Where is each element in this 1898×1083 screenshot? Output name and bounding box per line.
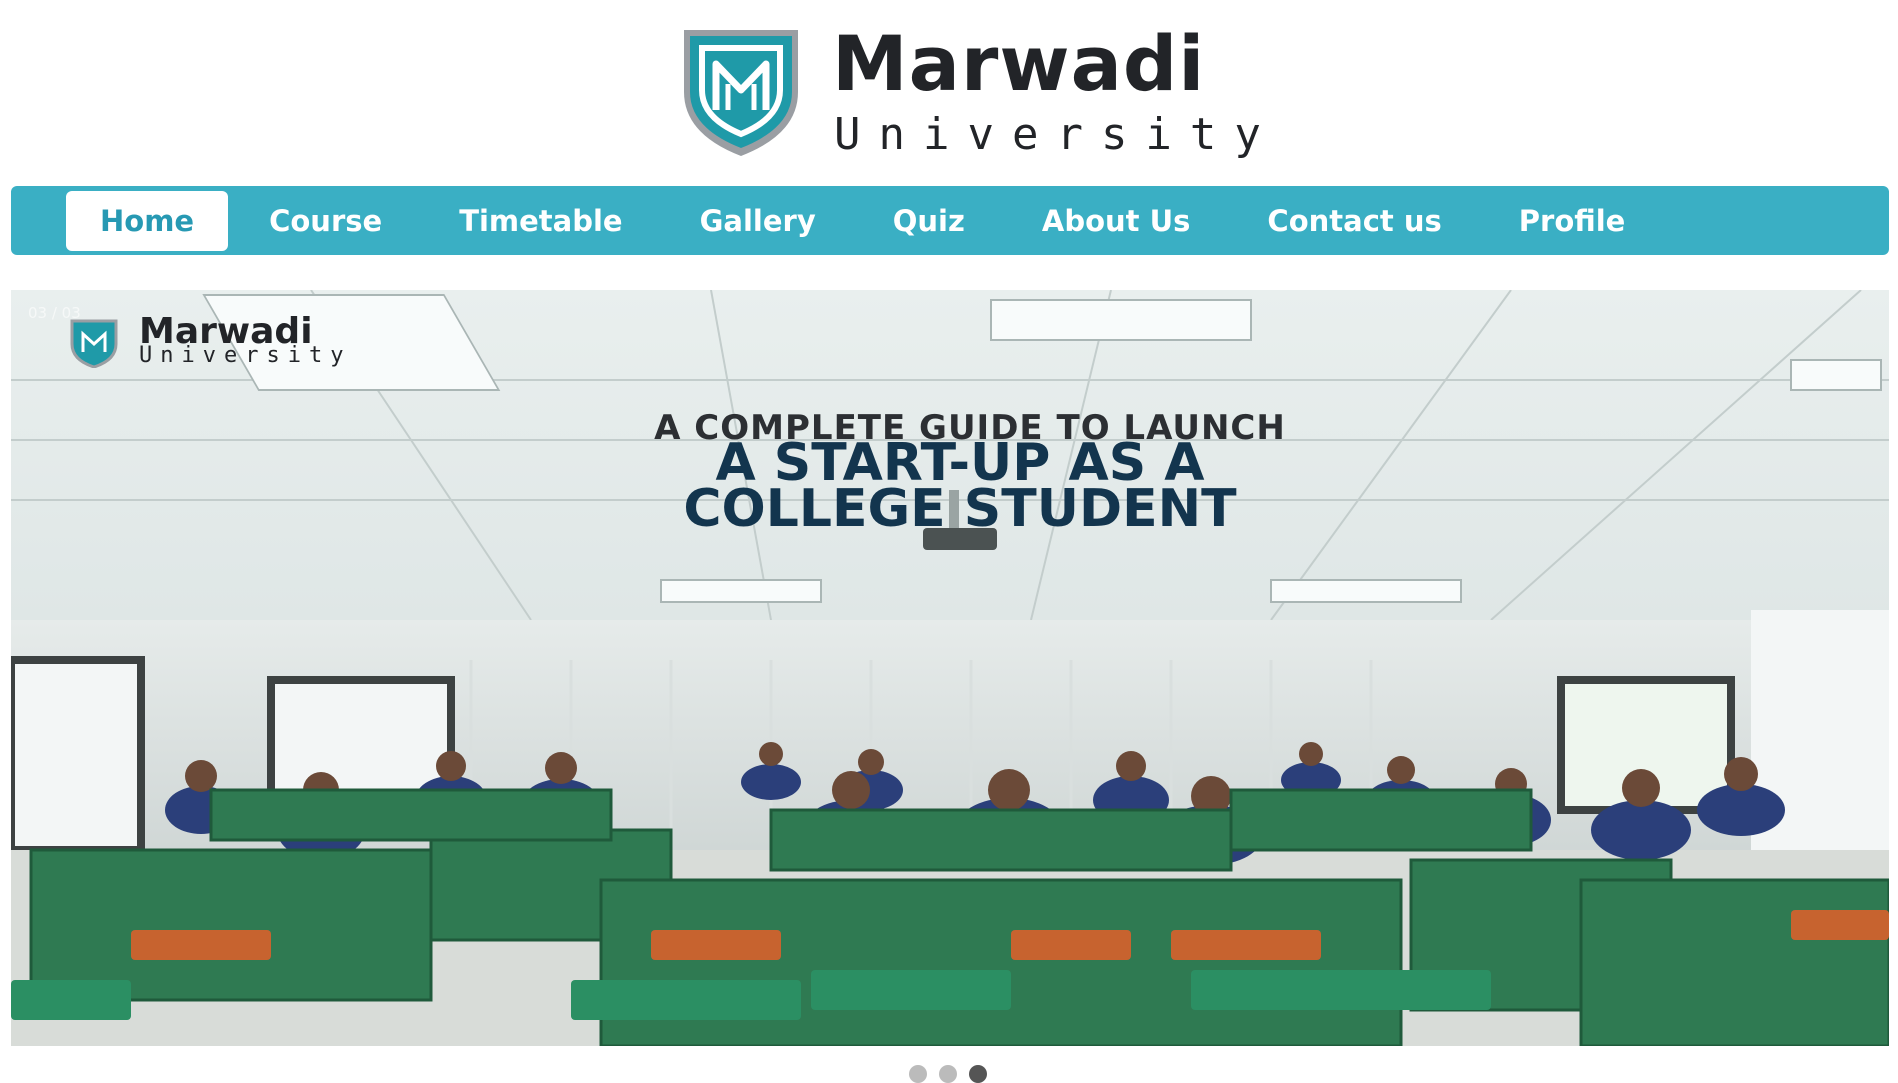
nav-quiz[interactable]: Quiz xyxy=(857,191,1001,251)
shield-crest-icon xyxy=(684,30,798,156)
nav-timetable[interactable]: Timetable xyxy=(423,191,658,251)
main-navigation: Home Course Timetable Gallery Quiz About… xyxy=(11,186,1889,255)
nav-contact-us[interactable]: Contact us xyxy=(1231,191,1477,251)
slide-headline-line-3: COLLEGE STUDENT xyxy=(683,479,1237,539)
nav-profile[interactable]: Profile xyxy=(1483,191,1662,251)
logo-subtitle: University xyxy=(834,109,1279,160)
site-header: Marwadi University xyxy=(0,0,1898,182)
logo-wordmark: Marwadi xyxy=(832,19,1206,108)
nav-about-us[interactable]: About Us xyxy=(1006,191,1227,251)
slider-dot-2[interactable] xyxy=(939,1065,957,1083)
slider-dots xyxy=(909,1065,987,1083)
classroom-photo xyxy=(11,290,1889,1046)
slider-dot-1[interactable] xyxy=(909,1065,927,1083)
nav-gallery[interactable]: Gallery xyxy=(664,191,852,251)
shield-crest-icon xyxy=(70,319,118,368)
nav-course[interactable]: Course xyxy=(233,191,418,251)
slide-logo: Marwadi University xyxy=(69,312,429,378)
slide-logo-subtitle: University xyxy=(139,343,352,368)
university-logo[interactable]: Marwadi University xyxy=(678,19,1261,162)
hero-slider[interactable]: 03 / 03 Marwadi University A COMPLETE GU… xyxy=(11,290,1889,1046)
slide-headline-main: A START-UP AS A COLLEGE STUDENT xyxy=(11,437,1889,539)
slider-dot-3[interactable] xyxy=(969,1065,987,1083)
nav-home[interactable]: Home xyxy=(66,190,229,251)
